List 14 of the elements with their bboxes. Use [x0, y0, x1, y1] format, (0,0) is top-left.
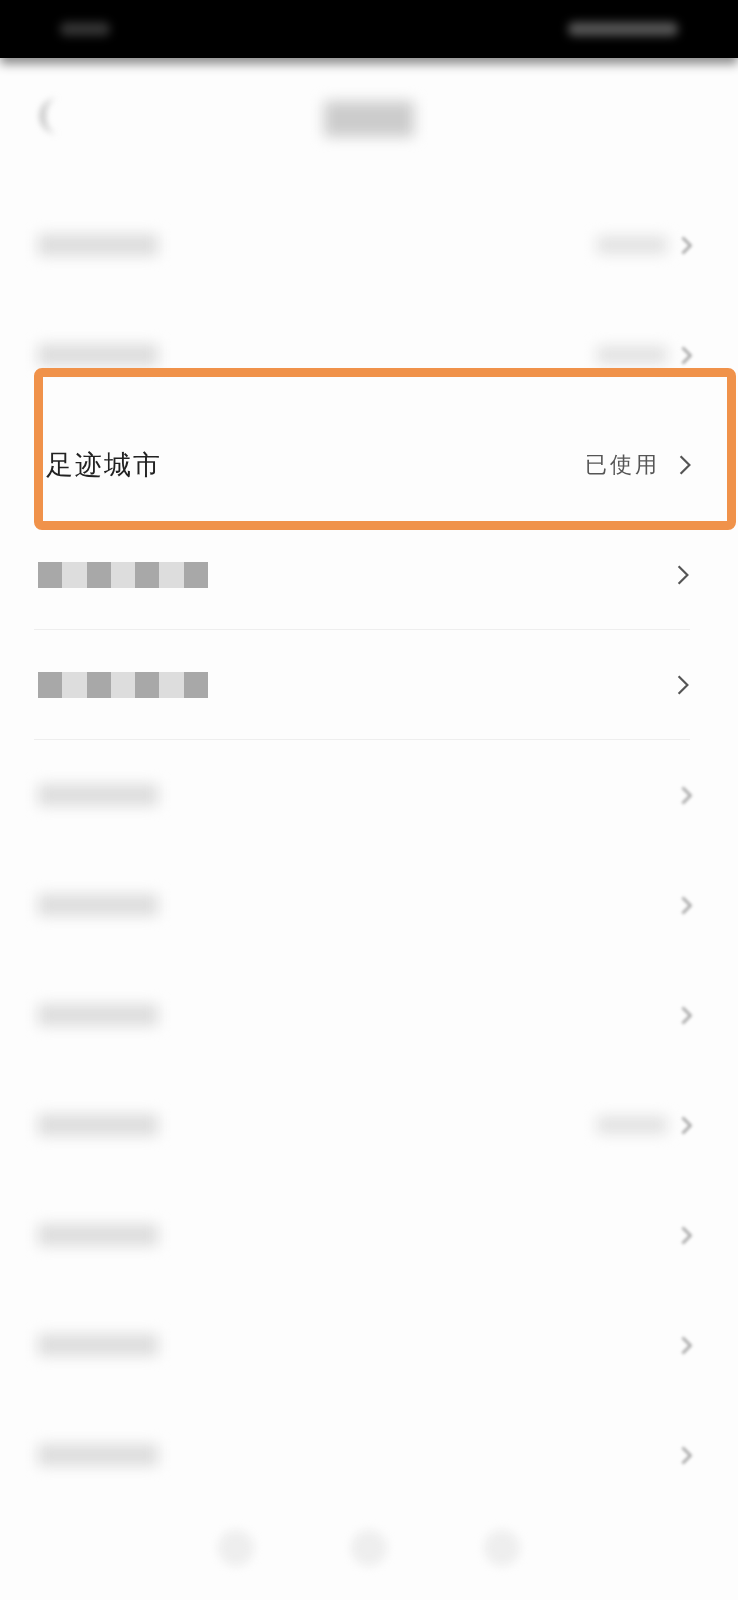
chevron-right-icon: [681, 1225, 692, 1245]
chevron-right-icon: [676, 563, 690, 586]
chevron-right-icon: [681, 1335, 692, 1355]
chevron-right-icon: [681, 1005, 692, 1025]
row-label: 足迹城市: [46, 448, 162, 482]
chevron-right-icon: [681, 345, 692, 365]
chevron-right-icon: [681, 785, 692, 805]
chevron-right-icon: [681, 895, 692, 915]
row-value: 已使用: [585, 451, 660, 479]
chevron-right-icon: [681, 235, 692, 255]
chevron-right-icon: [681, 1445, 692, 1465]
chevron-right-icon: [681, 1115, 692, 1135]
chevron-right-icon: [678, 454, 692, 476]
chevron-right-icon: [676, 673, 690, 696]
